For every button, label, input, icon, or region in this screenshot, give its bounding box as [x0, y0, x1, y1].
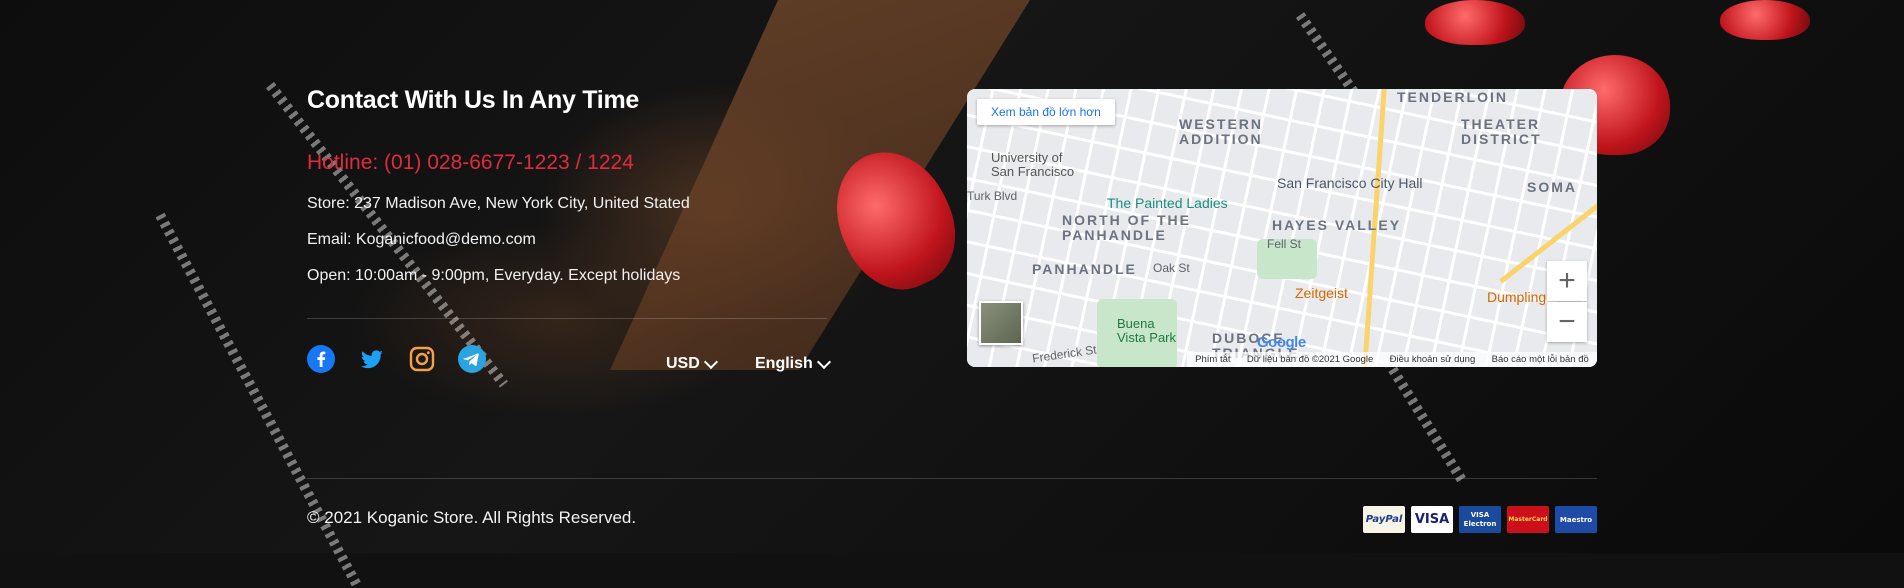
- map-label: PANHANDLE: [1032, 261, 1137, 277]
- opening-hours: Open: 10:00am - 9:00pm, Everyday. Except…: [307, 267, 681, 284]
- view-larger-map-link[interactable]: Xem bản đồ lớn hơn: [977, 99, 1115, 125]
- google-logo: Google: [1257, 334, 1306, 351]
- currency-selector[interactable]: USD: [666, 354, 718, 373]
- map-label: TENDERLOIN: [1397, 89, 1508, 105]
- currency-label: USD: [666, 355, 700, 372]
- embedded-map[interactable]: TENDERLOIN WESTERN ADDITION THEATER DIST…: [967, 89, 1597, 367]
- language-selector[interactable]: English: [755, 354, 831, 373]
- map-poi-label[interactable]: The Painted Ladies: [1107, 195, 1228, 211]
- map-label: SOMA: [1527, 179, 1577, 195]
- twitter-icon[interactable]: [358, 345, 386, 373]
- chevron-down-icon: [703, 354, 718, 369]
- terms-link[interactable]: Điều khoản sử dụng: [1390, 354, 1476, 365]
- map-attribution: Phím tắt Dữ liệu bản đồ ©2021 Google Điề…: [1187, 352, 1597, 367]
- divider: [307, 478, 1597, 479]
- footer: Contact With Us In Any Time Hotline: (01…: [0, 0, 1904, 553]
- maestro-icon: Maestro: [1555, 506, 1597, 533]
- map-label: University of San Francisco: [991, 150, 1075, 179]
- paypal-icon: PayPal: [1363, 506, 1405, 533]
- language-label: English: [755, 355, 813, 372]
- map-label: THEATER DISTRICT: [1461, 116, 1542, 147]
- report-error-link[interactable]: Báo cáo một lỗi bản đồ: [1492, 354, 1589, 365]
- chevron-down-icon: [816, 354, 831, 369]
- keyboard-shortcuts-link[interactable]: Phím tắt: [1195, 354, 1230, 365]
- map-label: Oak St: [1153, 261, 1190, 275]
- mastercard-icon: MasterCard: [1507, 506, 1549, 533]
- store-address: Store: 237 Madison Ave, New York City, U…: [307, 195, 690, 212]
- map-data-text: Dữ liệu bản đồ ©2021 Google: [1246, 354, 1374, 365]
- map-poi-label[interactable]: Dumpling: [1487, 289, 1546, 305]
- map-label: NORTH OF THE PANHANDLE: [1062, 212, 1191, 243]
- map-label: Turk Blvd: [967, 189, 1018, 203]
- map-poi-label[interactable]: Zeitgeist: [1295, 285, 1348, 301]
- payment-methods: PayPal VISA VISA Electron MasterCard Mae…: [1363, 506, 1597, 533]
- map-label: Fell St: [1267, 237, 1302, 251]
- map-label: Buena Vista Park: [1117, 316, 1177, 345]
- satellite-toggle[interactable]: [979, 301, 1023, 345]
- hotline-text: Hotline: (01) 028-6677-1223 / 1224: [307, 151, 634, 174]
- divider: [307, 318, 827, 319]
- email-text: Email: Koganicfood@demo.com: [307, 231, 536, 248]
- visa-icon: VISA: [1411, 506, 1453, 533]
- instagram-icon[interactable]: [408, 345, 436, 373]
- telegram-icon[interactable]: [458, 345, 486, 373]
- map-label: HAYES VALLEY: [1272, 217, 1402, 233]
- visa-electron-icon: VISA Electron: [1459, 506, 1501, 533]
- map-poi-label[interactable]: San Francisco City Hall: [1277, 175, 1423, 191]
- facebook-icon[interactable]: [307, 345, 335, 373]
- zoom-in-button[interactable]: +: [1547, 261, 1587, 301]
- contact-heading: Contact With Us In Any Time: [307, 86, 639, 114]
- map-label: WESTERN ADDITION: [1179, 116, 1263, 147]
- copyright-text: © 2021 Koganic Store. All Rights Reserve…: [307, 508, 637, 527]
- zoom-out-button[interactable]: −: [1547, 302, 1587, 342]
